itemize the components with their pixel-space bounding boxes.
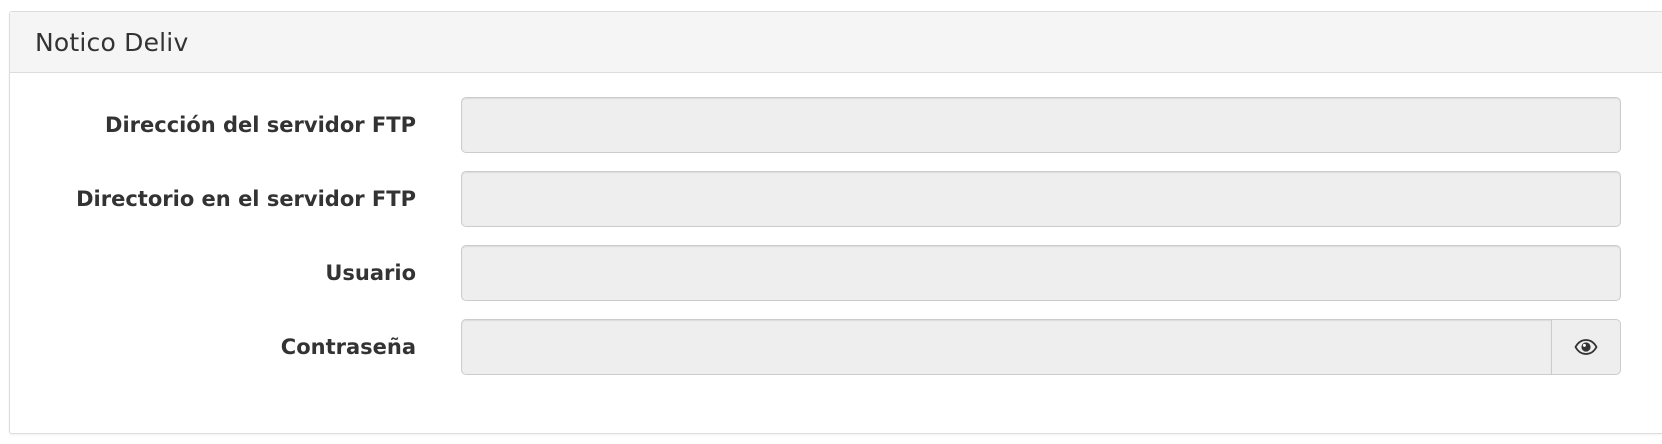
ftp-address-input[interactable] xyxy=(461,97,1621,153)
password-input[interactable] xyxy=(461,319,1552,375)
form-row-username: Usuario xyxy=(10,245,1662,301)
ftp-directory-input[interactable] xyxy=(461,171,1621,227)
ftp-settings-panel: Notico Deliv Dirección del servidor FTP … xyxy=(9,11,1662,434)
form-row-ftp-address: Dirección del servidor FTP xyxy=(10,97,1662,153)
ftp-directory-label: Directorio en el servidor FTP xyxy=(76,187,416,211)
panel-heading: Notico Deliv xyxy=(10,12,1662,73)
password-label: Contraseña xyxy=(280,335,416,359)
username-label: Usuario xyxy=(325,261,416,285)
form-row-password: Contraseña xyxy=(10,319,1662,375)
show-password-button[interactable] xyxy=(1552,319,1621,375)
panel-title: Notico Deliv xyxy=(35,27,189,57)
password-input-group xyxy=(461,319,1621,375)
form-row-ftp-directory: Directorio en el servidor FTP xyxy=(10,171,1662,227)
username-input[interactable] xyxy=(461,245,1621,301)
ftp-address-label: Dirección del servidor FTP xyxy=(105,113,416,137)
eye-icon xyxy=(1574,339,1598,355)
